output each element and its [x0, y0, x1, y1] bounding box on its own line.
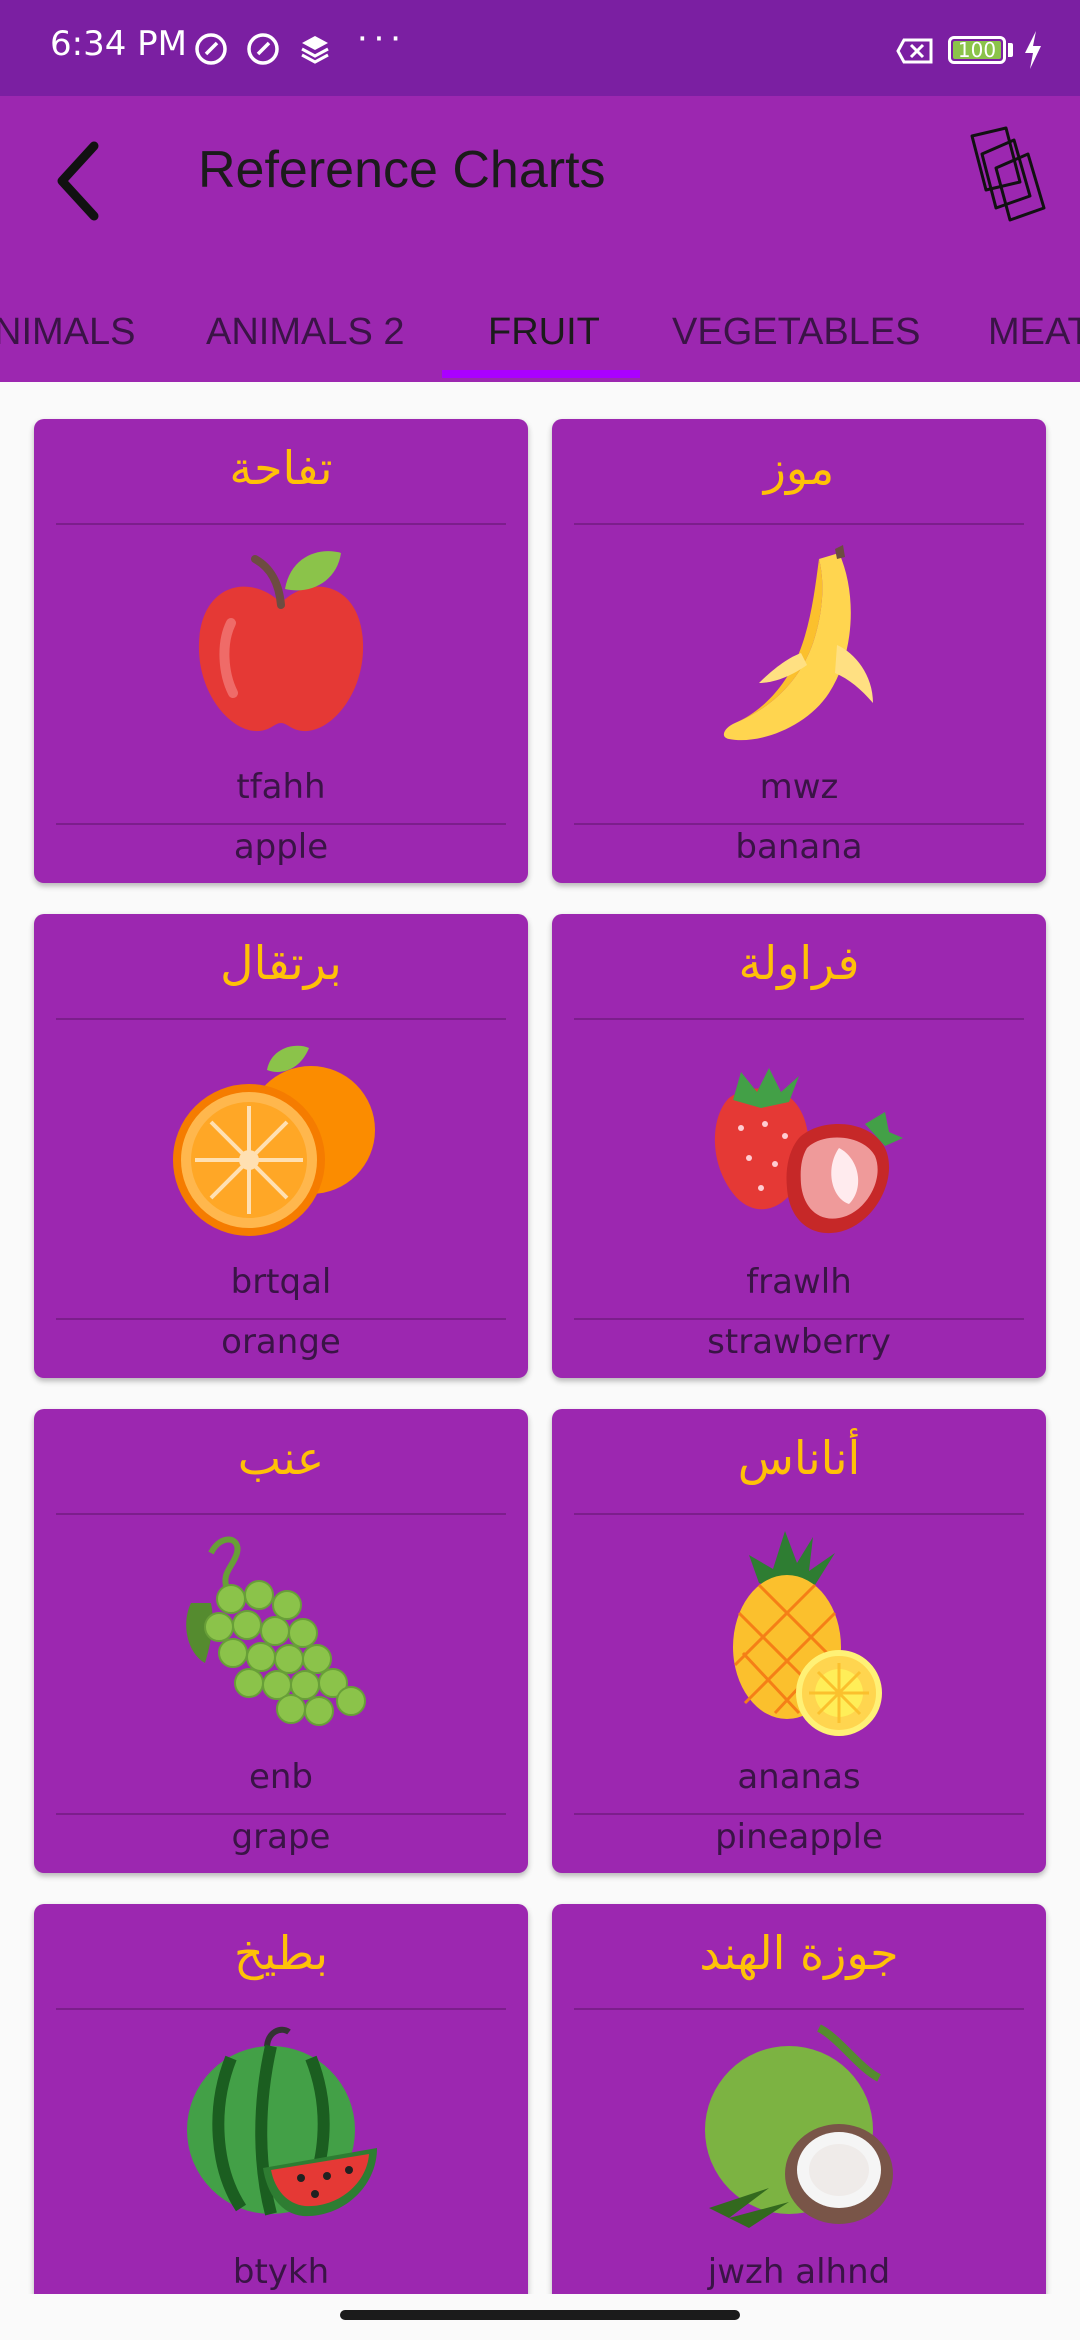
home-indicator[interactable]	[340, 2310, 740, 2320]
card-divider	[574, 1318, 1024, 1320]
card-transliteration: frawlh	[746, 1262, 852, 1302]
battery-label: 100	[957, 38, 997, 62]
coconut-icon	[705, 2024, 893, 2228]
card-arabic-word: برتقال	[220, 936, 342, 990]
card-divider	[574, 523, 1024, 525]
page-title: Reference Charts	[198, 141, 606, 199]
card-transliteration: tfahh	[236, 767, 326, 807]
fruit-card-strawberry[interactable]: فراولة frawlh strawberry	[552, 914, 1046, 1378]
fruit-card-pineapple[interactable]: أناناس ananas pineapple	[552, 1409, 1046, 1873]
card-english-word: pineapple	[715, 1817, 883, 1857]
card-arabic-word: تفاحة	[229, 441, 333, 495]
card-english-word: orange	[221, 1322, 341, 1362]
card-english-word: banana	[735, 827, 863, 867]
card-arabic-word: بطيخ	[233, 1926, 329, 1980]
card-divider	[56, 1018, 506, 1020]
card-english-word: apple	[233, 827, 329, 867]
card-transliteration: btykh	[232, 2252, 330, 2292]
strawberry-icon	[714, 1068, 903, 1234]
more-notifications-icon: ···	[356, 16, 406, 58]
tab-indicator	[442, 370, 640, 378]
grape-icon	[186, 1536, 366, 1726]
card-arabic-word: موز	[763, 441, 835, 495]
fruit-card-banana[interactable]: موز mwz banana	[552, 419, 1046, 883]
card-transliteration: brtqal	[230, 1262, 332, 1302]
battery-icon: 100	[948, 36, 1006, 64]
status-time: 6:34 PM	[50, 24, 187, 64]
sim-off-icon	[896, 38, 933, 64]
card-divider	[56, 1318, 506, 1320]
card-divider	[56, 1813, 506, 1815]
category-tabs: NIMALS ANIMALS 2 FRUIT VEGETABLES MEAT	[0, 282, 1080, 382]
banana-icon	[723, 545, 873, 741]
card-arabic-word: جوزة الهند	[699, 1926, 899, 1980]
tab-fruit[interactable]: FRUIT	[488, 282, 600, 382]
fruit-card-apple[interactable]: تفاحة tfahh apple	[34, 419, 528, 883]
tab-vegetables[interactable]: VEGETABLES	[672, 282, 921, 382]
app-bar: Reference Charts NIMALS ANIMALS 2 FRUIT …	[0, 96, 1080, 382]
card-divider	[574, 1018, 1024, 1020]
card-grid: تفاحة tfahh apple موز mwz banana برتقال	[0, 382, 1080, 2294]
back-arrow-icon[interactable]	[44, 136, 114, 226]
card-english-word: grape	[231, 1817, 331, 1857]
fruit-card-coconut[interactable]: جوزة الهند jwzh alhnd	[552, 1904, 1046, 2294]
card-arabic-word: فراولة	[738, 936, 860, 990]
charging-bolt-icon	[1025, 31, 1041, 69]
layers-icon	[301, 36, 329, 64]
silent-icon	[195, 33, 227, 65]
card-divider	[56, 823, 506, 825]
pineapple-icon	[733, 1531, 882, 1736]
orange-icon	[173, 1045, 375, 1236]
card-english-word: strawberry	[707, 1322, 891, 1362]
card-divider	[56, 1513, 506, 1515]
card-divider	[574, 2008, 1024, 2010]
watermelon-icon	[187, 2026, 377, 2217]
battery-tip	[1008, 43, 1013, 57]
status-bar: 6:34 PM ··· 100	[0, 0, 1080, 96]
card-divider	[574, 823, 1024, 825]
card-divider	[56, 523, 506, 525]
tab-meat[interactable]: MEAT	[988, 282, 1080, 382]
silent-icon	[247, 33, 279, 65]
fruit-card-watermelon[interactable]: بطيخ btykh	[34, 1904, 528, 2294]
card-transliteration: mwz	[759, 767, 839, 807]
card-arabic-word: عنب	[237, 1431, 325, 1485]
tab-animals-2[interactable]: ANIMALS 2	[206, 282, 405, 382]
card-arabic-word: أناناس	[737, 1431, 861, 1485]
card-divider	[574, 1813, 1024, 1815]
flashcards-icon[interactable]	[966, 124, 1050, 224]
card-transliteration: enb	[248, 1757, 314, 1797]
card-transliteration: jwzh alhnd	[707, 2252, 891, 2292]
fruit-card-orange[interactable]: برتقال brtqal orange	[34, 914, 528, 1378]
fruit-card-grape[interactable]: عنب enb grape	[34, 1409, 528, 1873]
card-divider	[574, 1513, 1024, 1515]
apple-icon	[198, 551, 364, 732]
card-transliteration: ananas	[737, 1757, 861, 1797]
card-divider	[56, 2008, 506, 2010]
tab-animals[interactable]: NIMALS	[0, 282, 135, 382]
